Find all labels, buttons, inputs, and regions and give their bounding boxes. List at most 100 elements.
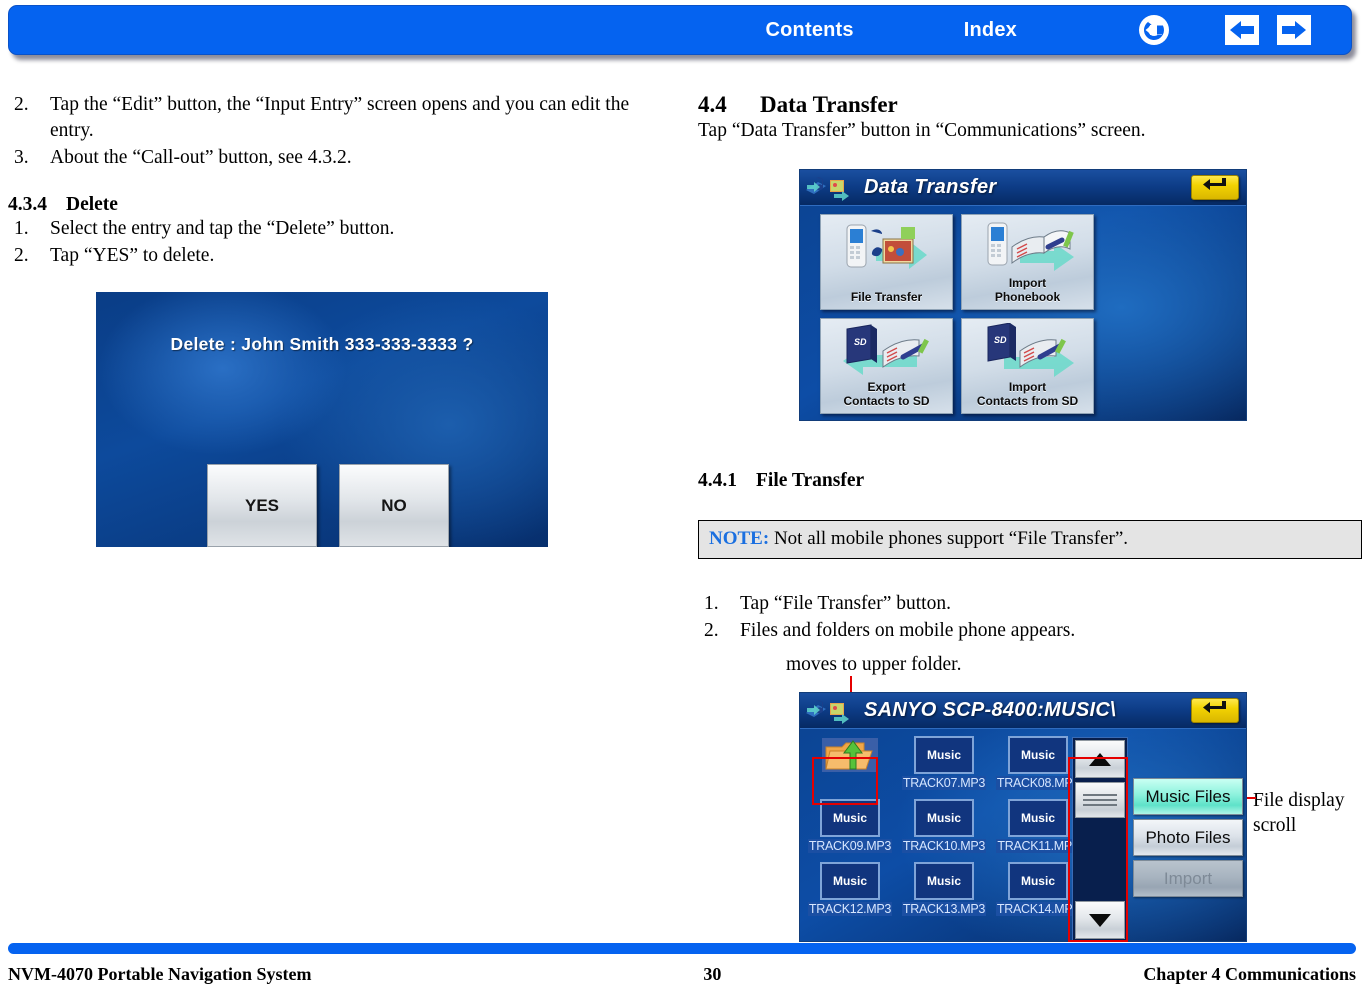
file-name: TRACK13.MP3 xyxy=(902,902,986,916)
music-file-tile[interactable]: Music xyxy=(914,799,974,837)
list-item: 2. Files and folders on mobile phone app… xyxy=(698,618,1362,644)
music-file-tile[interactable]: Music xyxy=(820,862,880,900)
scroll-down-button[interactable] xyxy=(1075,901,1125,939)
book-to-sd-export-icon: SD xyxy=(821,323,952,383)
export-contacts-to-sd-button[interactable]: SD Export Contacts to SD xyxy=(820,318,953,414)
list-item-text: Tap “File Transfer” button. xyxy=(740,593,951,614)
file-browser-title: SANYO SCP-8400:MUSIC\ xyxy=(864,699,1116,721)
import-phonebook-button[interactable]: Import Phonebook xyxy=(961,214,1094,310)
triangle-up-icon xyxy=(1089,752,1111,766)
file-name: TRACK08.MP3 xyxy=(996,776,1080,790)
callout-line-1: File display xyxy=(1253,790,1345,811)
file-grid: Music Music TRACK07.MP3 TRACK08.MP3 Musi… xyxy=(808,735,1098,924)
file-name: TRACK14.MP3 xyxy=(996,902,1080,916)
callout-upper-folder-text: moves to upper folder. xyxy=(786,654,962,675)
list-item-text: Select the entry and tap the “Delete” bu… xyxy=(50,218,395,239)
no-button[interactable]: NO xyxy=(339,464,449,547)
import-button: Import xyxy=(1133,860,1243,897)
top-navigation-bar-background: Contents Index xyxy=(8,5,1352,55)
file-tile-cell[interactable]: Music xyxy=(996,861,1080,901)
file-tile-cell[interactable]: Music xyxy=(808,861,892,901)
file-name: TRACK10.MP3 xyxy=(902,839,986,853)
file-tile-cell[interactable]: Music xyxy=(996,735,1080,775)
phone-music-photo-transfer-icon xyxy=(821,219,952,279)
list-item-text: Files and folders on mobile phone appear… xyxy=(740,620,1076,641)
list-item-number: 2. xyxy=(14,94,29,115)
enter-return-arrow-icon xyxy=(1202,177,1228,198)
music-file-tile[interactable]: Music xyxy=(914,736,974,774)
data-transfer-icon xyxy=(804,697,852,725)
delete-confirmation-screenshot: Delete : John Smith 333-333-3333 ? YES N… xyxy=(96,292,548,547)
file-grid-row: Music Music Music TRACK09.MP3 TRACK10.MP… xyxy=(808,798,1098,861)
import-contacts-from-sd-button[interactable]: SD Import Contacts from SD xyxy=(961,318,1094,414)
list-item-text: Tap the “Edit” button, the “Input Entry”… xyxy=(50,94,630,141)
scrollbar-thumb[interactable] xyxy=(1075,782,1125,818)
section-heading-number: 4.4.1 xyxy=(698,470,737,491)
delete-prompt-text: Delete : John Smith 333-333-3333 ? xyxy=(170,334,474,354)
photo-files-button[interactable]: Photo Files xyxy=(1133,819,1243,856)
list-item: 2. Tap the “Edit” button, the “Input Ent… xyxy=(8,92,668,144)
callout-line-2: scroll xyxy=(1253,815,1297,836)
triangle-down-icon xyxy=(1089,913,1111,927)
file-name-blank xyxy=(808,776,892,790)
music-file-tile[interactable]: Music xyxy=(914,862,974,900)
delete-steps-list: 1. Select the entry and tap the “Delete”… xyxy=(8,216,668,269)
file-transfer-steps-list: 1. Tap “File Transfer” button. 2. Files … xyxy=(698,591,1362,644)
file-browser-screenshot: SANYO SCP-8400:MUSIC\ Music Music TRACK0… xyxy=(799,692,1247,942)
file-grid-row: Music Music TRACK07.MP3 TRACK08.MP3 xyxy=(808,735,1098,798)
enter-return-arrow-icon xyxy=(1202,700,1228,721)
nav-link-contents[interactable]: Contents xyxy=(765,19,853,42)
file-name: TRACK12.MP3 xyxy=(808,902,892,916)
back-button[interactable] xyxy=(1191,698,1239,723)
music-file-tile[interactable]: Music xyxy=(1008,736,1068,774)
svg-text:SD: SD xyxy=(994,335,1007,345)
scroll-up-button[interactable] xyxy=(1075,740,1125,778)
file-tile-cell[interactable]: Music xyxy=(808,798,892,838)
right-arrow-icon[interactable] xyxy=(1277,15,1311,45)
section-heading-data-transfer: 4.4 Data Transfer xyxy=(698,92,1362,118)
folder-up-cell[interactable] xyxy=(808,735,892,775)
nav-link-index[interactable]: Index xyxy=(964,19,1017,42)
file-transfer-button[interactable]: File Transfer xyxy=(820,214,953,310)
left-arrow-icon[interactable] xyxy=(1225,15,1259,45)
svg-text:SD: SD xyxy=(854,337,867,347)
music-file-tile[interactable]: Music xyxy=(820,799,880,837)
right-content-column: 4.4 Data Transfer Tap “Data Transfer” but… xyxy=(698,92,1362,144)
data-transfer-title: Data Transfer xyxy=(864,176,997,198)
file-type-buttons: Music Files Photo Files Import xyxy=(1133,778,1243,901)
list-item-number: 3. xyxy=(14,147,29,168)
file-tile-cell[interactable]: Music xyxy=(902,798,986,838)
back-button[interactable] xyxy=(1191,175,1239,200)
music-file-tile[interactable]: Music xyxy=(1008,862,1068,900)
sd-to-book-import-icon: SD xyxy=(962,322,1093,383)
list-item-number: 1. xyxy=(14,218,29,239)
footer-chapter-name: Chapter 4 Communications xyxy=(1143,963,1356,984)
section-heading-title: File Transfer xyxy=(756,470,865,491)
data-transfer-intro-text: Tap “Data Transfer” button in “Communica… xyxy=(698,120,1146,141)
list-item-number: 1. xyxy=(704,593,719,614)
music-file-tile[interactable]: Music xyxy=(1008,799,1068,837)
music-files-button[interactable]: Music Files xyxy=(1133,778,1243,815)
file-name: TRACK09.MP3 xyxy=(808,839,892,853)
section-heading-title: Delete xyxy=(66,194,118,215)
data-transfer-button-grid: File Transfer Import Phonebook SD Export… xyxy=(820,214,1094,414)
file-transfer-section: 4.4.1 File Transfer NOTE: Not all mobile … xyxy=(698,470,1362,645)
file-tile-cell[interactable]: Music xyxy=(996,798,1080,838)
note-text: Not all mobile phones support “File Tran… xyxy=(769,528,1129,549)
file-display-scrollbar[interactable] xyxy=(1072,737,1128,941)
file-tile-cell[interactable]: Music xyxy=(902,735,986,775)
list-item: 2. Tap “YES” to delete. xyxy=(8,243,668,269)
list-item: 3. About the “Call-out” button, see 4.3.… xyxy=(8,145,668,171)
list-item-text: Tap “YES” to delete. xyxy=(50,245,215,266)
list-item: 1. Tap “File Transfer” button. xyxy=(698,591,1362,617)
list-item-number: 2. xyxy=(14,245,29,266)
folder-up-arrow-icon[interactable] xyxy=(820,735,880,775)
footer-page-number: 30 xyxy=(703,963,722,984)
file-name: TRACK11.MP3 xyxy=(996,839,1080,853)
file-tile-cell[interactable]: Music xyxy=(902,861,986,901)
section-heading-number: 4.3.4 xyxy=(8,194,47,215)
section-heading-number: 4.4 xyxy=(698,92,727,117)
footer-rule xyxy=(8,943,1356,954)
yes-button[interactable]: YES xyxy=(207,464,317,547)
circle-back-arrow-icon[interactable] xyxy=(1137,13,1171,47)
